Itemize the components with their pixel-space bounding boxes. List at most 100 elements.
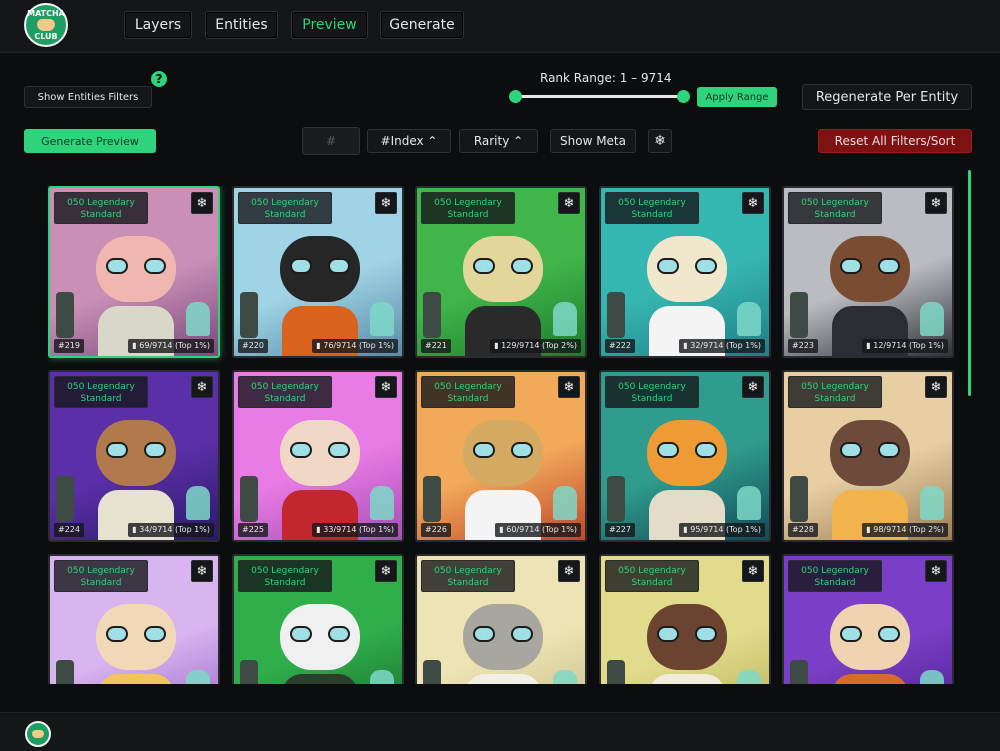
rarity-tag-line2: Standard <box>447 578 489 588</box>
preview-card[interactable]: 050 Legendary Standard ❄ #227 ▮ 95/9714 … <box>599 370 771 542</box>
background-prop <box>56 292 74 338</box>
preview-card[interactable]: 050 Legendary Standard ❄ <box>48 554 220 684</box>
cat-icon <box>37 19 55 31</box>
index-search-input[interactable]: # <box>302 127 360 155</box>
freeze-icon[interactable]: ❄ <box>925 376 947 398</box>
rarity-tag-line2: Standard <box>447 394 489 404</box>
matcha-club-logo[interactable]: MATCHA CLUB <box>24 3 68 47</box>
rarity-tag-line2: Standard <box>814 210 856 220</box>
sort-rarity-button[interactable]: Rarity ⌃ <box>459 129 538 153</box>
preview-card[interactable]: 050 Legendary Standard ❄ <box>782 554 954 684</box>
rarity-tag: 050 Legendary Standard <box>788 376 882 408</box>
background-prop <box>423 660 441 684</box>
character-glasses <box>290 258 350 274</box>
preview-card[interactable]: 050 Legendary Standard ❄ #221 ▮ 129/9714… <box>415 186 587 358</box>
freeze-icon[interactable]: ❄ <box>558 192 580 214</box>
entity-id-badge: #227 <box>605 523 635 537</box>
snowflake-icon[interactable]: ❄ <box>648 129 672 153</box>
freeze-icon[interactable]: ❄ <box>742 560 764 582</box>
character-body <box>465 674 541 684</box>
tab-generate[interactable]: Generate <box>380 11 464 39</box>
rarity-tag-line1: 050 Legendary <box>67 198 135 208</box>
rank-range-min-handle[interactable] <box>509 90 522 103</box>
freeze-icon[interactable]: ❄ <box>191 560 213 582</box>
rarity-tag-line2: Standard <box>80 394 122 404</box>
preview-card[interactable]: 050 Legendary Standard ❄ #224 ▮ 34/9714 … <box>48 370 220 542</box>
character-art <box>633 596 741 684</box>
background-prop <box>790 476 808 522</box>
jar-prop <box>920 670 944 684</box>
background-prop <box>423 476 441 522</box>
freeze-icon[interactable]: ❄ <box>191 192 213 214</box>
sort-index-button[interactable]: #Index ⌃ <box>367 129 451 153</box>
help-icon[interactable]: ? <box>151 71 167 87</box>
rarity-tag-line2: Standard <box>264 210 306 220</box>
preview-card[interactable]: 050 Legendary Standard ❄ #223 ▮ 12/9714 … <box>782 186 954 358</box>
freeze-icon[interactable]: ❄ <box>558 376 580 398</box>
preview-card[interactable]: 050 Legendary Standard ❄ #220 ▮ 76/9714 … <box>232 186 404 358</box>
rarity-tag-line1: 050 Legendary <box>434 382 502 392</box>
freeze-icon[interactable]: ❄ <box>742 376 764 398</box>
reset-all-filters-button[interactable]: Reset All Filters/Sort <box>818 129 972 153</box>
rarity-tag: 050 Legendary Standard <box>421 376 515 408</box>
preview-card[interactable]: 050 Legendary Standard ❄ #228 ▮ 98/9714 … <box>782 370 954 542</box>
jar-prop <box>553 486 577 520</box>
character-glasses <box>106 626 166 642</box>
tab-preview[interactable]: Preview <box>291 11 368 39</box>
character-glasses <box>657 626 717 642</box>
entity-id-badge: #224 <box>54 523 84 537</box>
entity-id-badge: #219 <box>54 339 84 353</box>
preview-card[interactable]: 050 Legendary Standard ❄ #222 ▮ 32/9714 … <box>599 186 771 358</box>
rank-range-max-handle[interactable] <box>677 90 690 103</box>
freeze-icon[interactable]: ❄ <box>375 376 397 398</box>
freeze-icon[interactable]: ❄ <box>925 192 947 214</box>
show-meta-button[interactable]: Show Meta <box>550 129 636 153</box>
jar-prop <box>553 670 577 684</box>
rarity-tag-line1: 050 Legendary <box>801 382 869 392</box>
regenerate-per-entity-button[interactable]: Regenerate Per Entity <box>802 84 972 110</box>
top-bar: MATCHA CLUB Layers Entities Preview Gene… <box>0 0 1000 53</box>
character-glasses <box>840 442 900 458</box>
freeze-icon[interactable]: ❄ <box>375 192 397 214</box>
preview-grid: 050 Legendary Standard ❄ #219 ▮ 69/9714 … <box>48 186 960 684</box>
bottom-bar <box>0 712 1000 751</box>
freeze-icon[interactable]: ❄ <box>925 560 947 582</box>
background-prop <box>607 660 625 684</box>
background-prop <box>607 292 625 338</box>
character-body <box>282 674 358 684</box>
generate-preview-button[interactable]: Generate Preview <box>24 129 156 153</box>
preview-card[interactable]: 050 Legendary Standard ❄ #219 ▮ 69/9714 … <box>48 186 220 358</box>
background-prop <box>790 292 808 338</box>
character-glasses <box>106 442 166 458</box>
freeze-icon[interactable]: ❄ <box>742 192 764 214</box>
rarity-tag: 050 Legendary Standard <box>54 376 148 408</box>
cat-icon <box>32 730 44 738</box>
rarity-tag-line2: Standard <box>814 394 856 404</box>
rank-range-track[interactable] <box>515 95 685 98</box>
entity-id-badge: #221 <box>421 339 451 353</box>
character-body <box>649 674 725 684</box>
tab-layers[interactable]: Layers <box>124 11 192 39</box>
freeze-icon[interactable]: ❄ <box>375 560 397 582</box>
character-glasses <box>840 258 900 274</box>
apply-range-button[interactable]: Apply Range <box>697 87 777 107</box>
matcha-club-logo-small[interactable] <box>25 721 51 747</box>
grid-scrollbar[interactable] <box>968 170 971 396</box>
preview-card[interactable]: 050 Legendary Standard ❄ #226 ▮ 60/9714 … <box>415 370 587 542</box>
show-entities-filters-button[interactable]: Show Entities Filters <box>24 86 152 108</box>
preview-card[interactable]: 050 Legendary Standard ❄ <box>415 554 587 684</box>
preview-card[interactable]: 050 Legendary Standard ❄ <box>232 554 404 684</box>
entity-id-badge: #226 <box>421 523 451 537</box>
rarity-tag: 050 Legendary Standard <box>605 192 699 224</box>
character-body <box>832 674 908 684</box>
tab-entities[interactable]: Entities <box>205 11 278 39</box>
character-glasses <box>290 442 350 458</box>
rarity-tag: 050 Legendary Standard <box>605 560 699 592</box>
entity-id-badge: #225 <box>238 523 268 537</box>
freeze-icon[interactable]: ❄ <box>558 560 580 582</box>
rank-badge: ▮ 32/9714 (Top 1%) <box>679 339 765 353</box>
freeze-icon[interactable]: ❄ <box>191 376 213 398</box>
background-prop <box>240 476 258 522</box>
preview-card[interactable]: 050 Legendary Standard ❄ #225 ▮ 33/9714 … <box>232 370 404 542</box>
preview-card[interactable]: 050 Legendary Standard ❄ <box>599 554 771 684</box>
